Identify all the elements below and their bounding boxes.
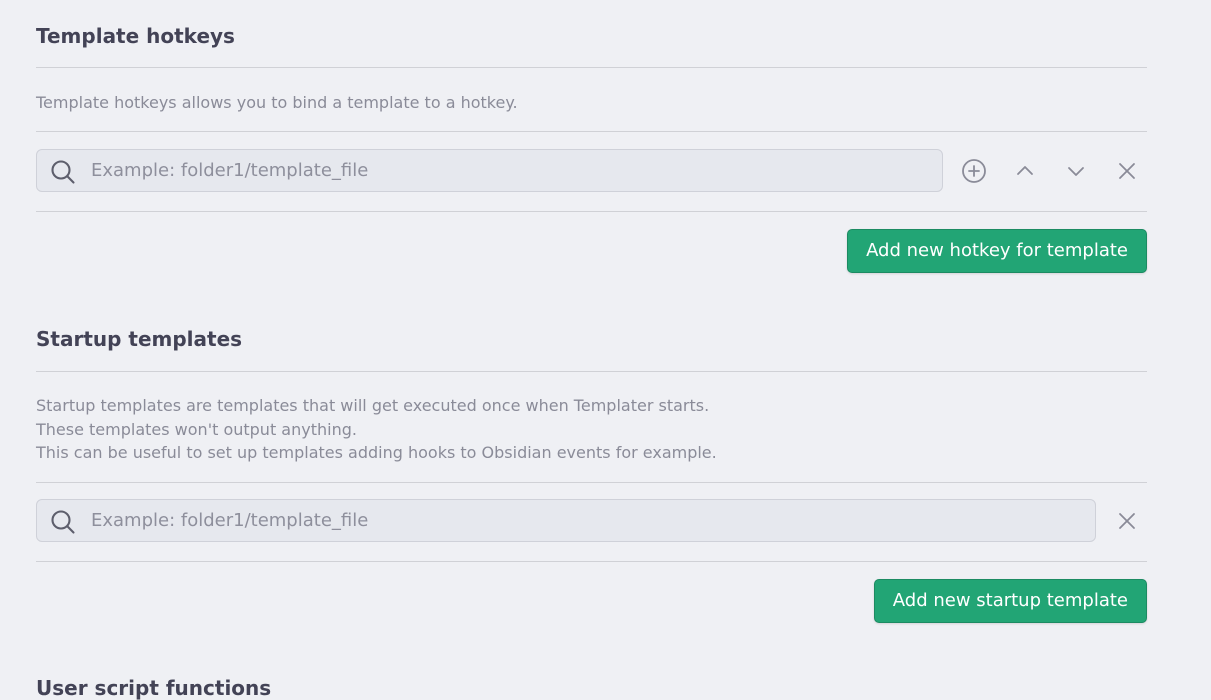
- startup-template-search-input[interactable]: [91, 500, 1081, 541]
- divider: [36, 561, 1147, 562]
- description-line: This can be useful to set up templates a…: [36, 443, 717, 462]
- plus-circle-icon: [961, 158, 987, 184]
- close-icon: [1116, 160, 1138, 182]
- template-hotkeys-heading: Template hotkeys: [36, 24, 235, 48]
- search-icon: [50, 509, 76, 535]
- chevron-down-icon: [1065, 160, 1087, 182]
- add-hotkey-for-template-button[interactable]: Add new hotkey for template: [847, 229, 1147, 273]
- chevron-up-icon: [1014, 160, 1036, 182]
- hotkey-template-search-input[interactable]: [91, 150, 931, 191]
- search-icon: [50, 159, 76, 185]
- divider: [36, 482, 1147, 483]
- add-hotkey-button[interactable]: [956, 153, 992, 189]
- divider: [36, 131, 1147, 132]
- description-line: Startup templates are templates that wil…: [36, 396, 710, 415]
- close-icon: [1116, 510, 1138, 532]
- template-hotkeys-description-text: Template hotkeys allows you to bind a te…: [36, 93, 518, 112]
- settings-pane: Template hotkeys Template hotkeys allows…: [36, 0, 1147, 700]
- divider: [36, 371, 1147, 372]
- add-new-startup-template-button[interactable]: Add new startup template: [873, 579, 1147, 623]
- template-hotkeys-description: Template hotkeys allows you to bind a te…: [36, 91, 518, 115]
- user-script-functions-heading: User script functions: [36, 676, 272, 700]
- divider: [36, 67, 1147, 68]
- startup-templates-description: Startup templates are templates that wil…: [36, 394, 717, 465]
- description-line: These templates won't output anything.: [36, 419, 357, 439]
- divider: [36, 211, 1147, 212]
- move-up-button[interactable]: [1007, 153, 1043, 189]
- startup-templates-heading: Startup templates: [36, 327, 243, 351]
- remove-hotkey-button[interactable]: [1109, 153, 1145, 189]
- hotkey-template-search: [36, 149, 943, 192]
- move-down-button[interactable]: [1058, 153, 1094, 189]
- remove-startup-template-button[interactable]: [1109, 503, 1145, 539]
- startup-template-search: [36, 499, 1096, 542]
